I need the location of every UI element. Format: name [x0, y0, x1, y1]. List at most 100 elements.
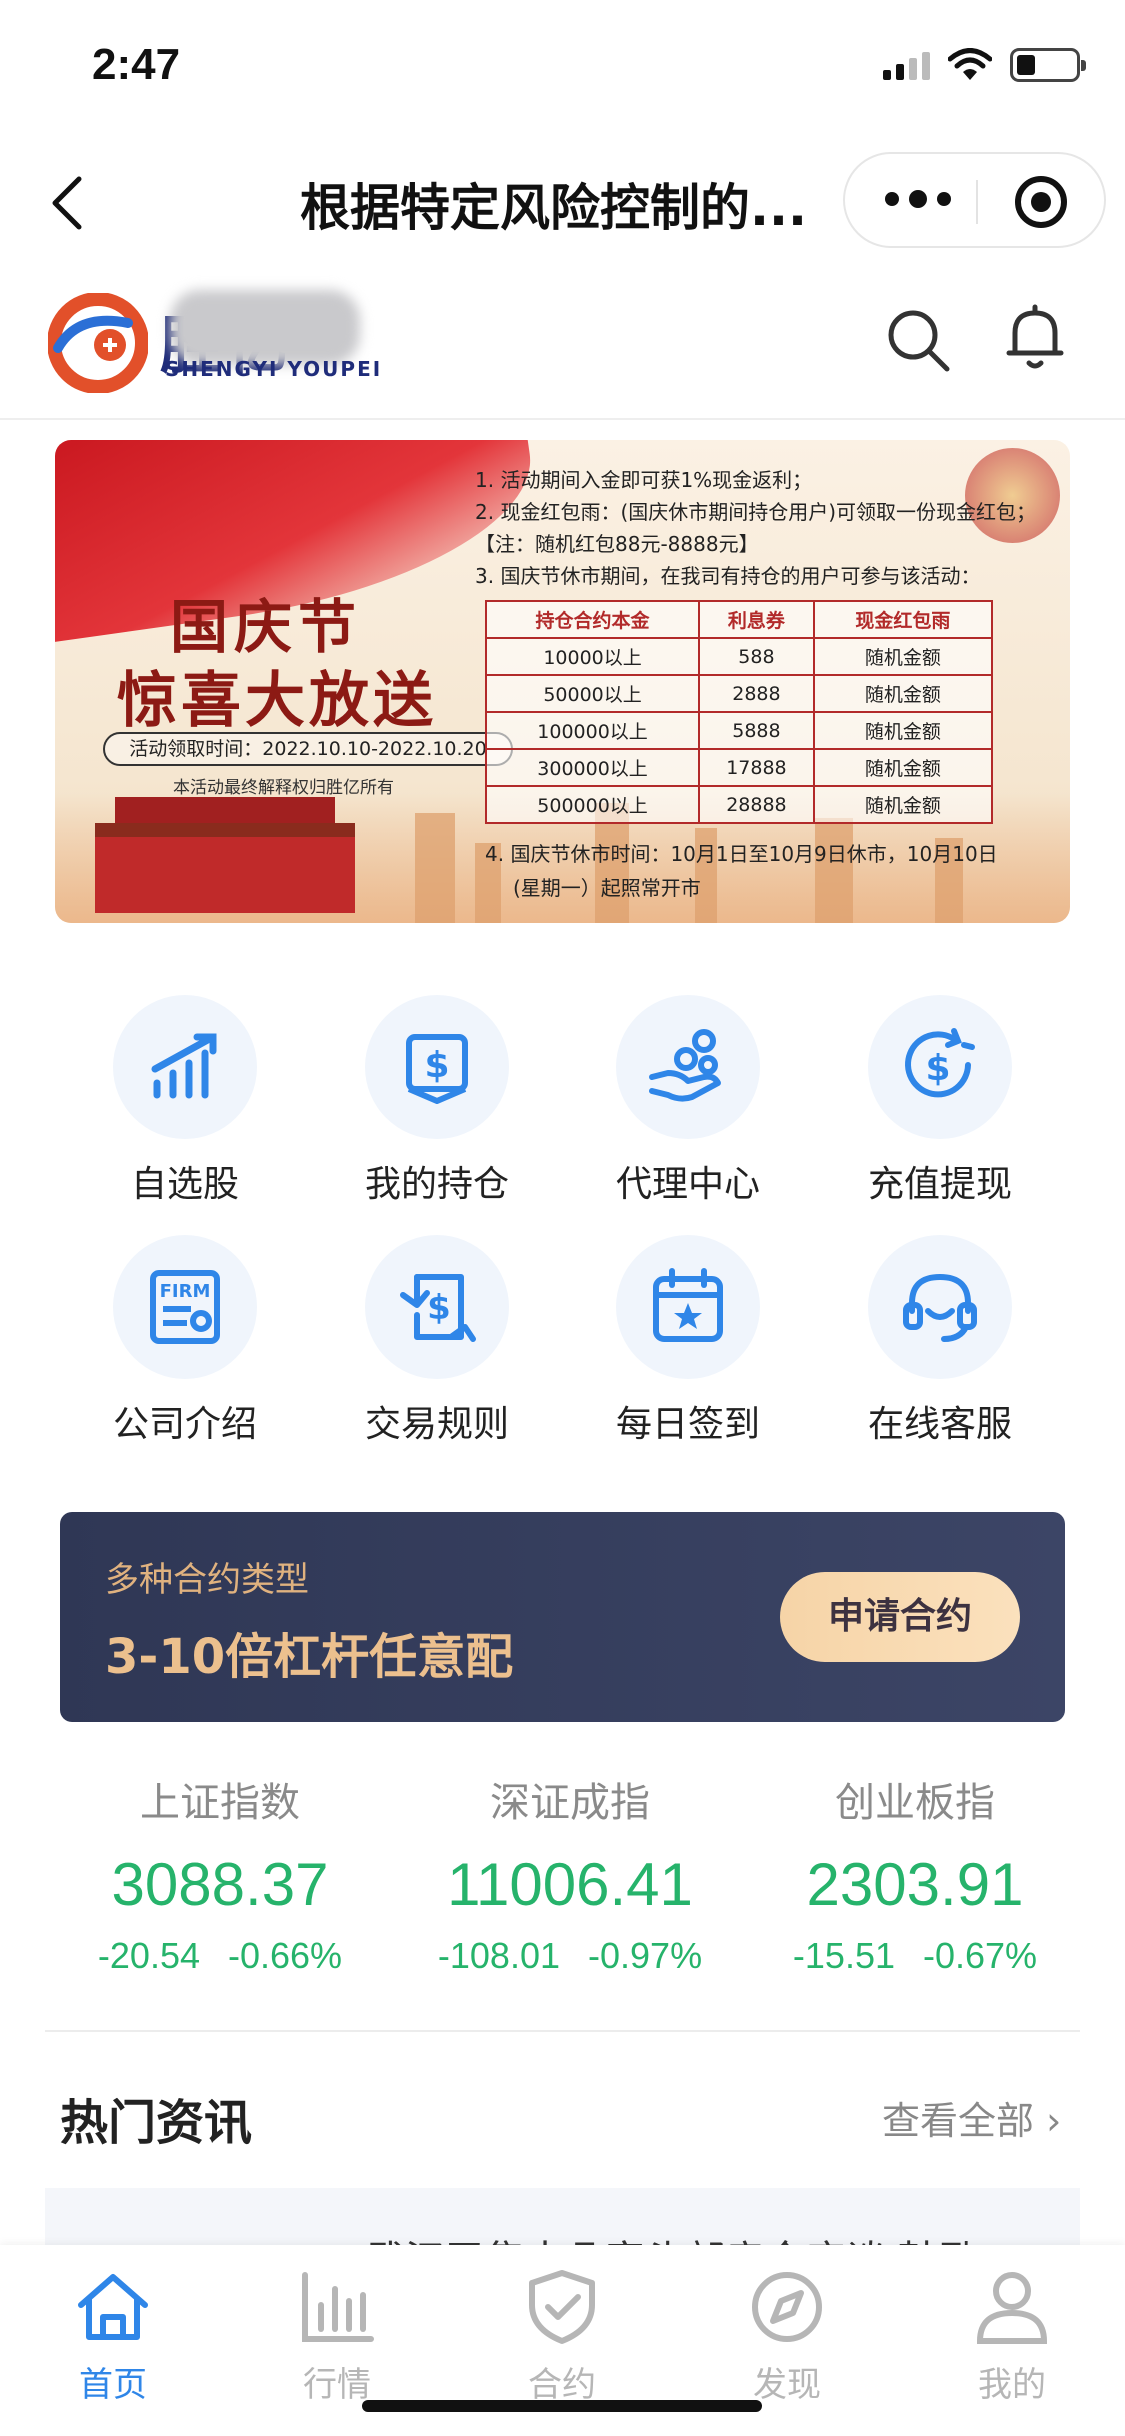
brand-name-blur: [170, 290, 360, 365]
grid-label: 交易规则: [364, 1404, 509, 1445]
rule-2: 2. 现金红包雨：(国庆休市期间持仓用户)可领取一份现金红包；: [475, 500, 1037, 524]
firm-card-icon: FIRM: [113, 1235, 257, 1379]
brand-subtitle: SHENGYI YOUPEI: [165, 357, 383, 381]
grid-item-online-service[interactable]: 在线客服: [815, 1225, 1065, 1445]
table-cell: 随机金额: [812, 785, 994, 824]
view-all-label: 查看全部: [882, 2099, 1035, 2143]
table-cell: 588: [698, 637, 815, 676]
tab-label: 行情: [303, 2365, 371, 2405]
section-divider: [45, 2030, 1080, 2032]
rule-2-note: 【注：随机红包88元-8888元】: [475, 532, 759, 556]
page-title: 根据特定风险控制的...: [300, 179, 807, 237]
promo-subtitle: 多种合约类型: [105, 1560, 309, 1600]
calendar-star-icon: [616, 1235, 760, 1379]
table-cell: 300000以上: [484, 748, 701, 787]
tab-home[interactable]: 首页: [38, 2267, 188, 2407]
rule-3: 3. 国庆节休市期间，在我司有持仓的用户可参与该活动：: [475, 564, 981, 588]
table-cell: 5888: [698, 711, 815, 750]
table-cell: 28888: [698, 785, 815, 824]
coin-exchange-icon: $: [868, 995, 1012, 1139]
market-indices: 上证指数 3088.37 -20.54 -0.66% 深证成指 11006.41…: [0, 1770, 1125, 2030]
grid-item-deposit-withdraw[interactable]: $ 充值提现: [815, 985, 1065, 1205]
index-name: 创业板指: [835, 1780, 995, 1826]
grid-label: 充值提现: [867, 1164, 1012, 1205]
cellular-signal-icon: [883, 50, 930, 80]
activity-period: 活动领取时间：2022.10.10-2022.10.20: [103, 732, 513, 766]
table-cell: 100000以上: [484, 711, 701, 750]
nav-bar: 根据特定风险控制的...: [0, 135, 1125, 265]
table-row: 100000以上 5888 随机金额: [484, 711, 994, 750]
more-dots-icon[interactable]: [885, 190, 951, 208]
rule-4-line1: 4. 国庆节休市时间：10月1日至10月9日休市，10月10日: [485, 842, 998, 866]
chart-bars-icon: [113, 995, 257, 1139]
table-row: 10000以上 588 随机金额: [484, 637, 994, 676]
market-bars-icon: [302, 2272, 374, 2342]
index-value: 11006.41: [447, 1851, 693, 1918]
user-icon: [976, 2272, 1048, 2344]
promo-banner[interactable]: 国庆节 惊喜大放送 活动领取时间：2022.10.10-2022.10.20 本…: [55, 440, 1070, 923]
brand-logo-icon: [48, 293, 148, 393]
activity-note: 本活动最终解释权归胜亿所有: [173, 778, 394, 798]
index-value: 2303.91: [806, 1851, 1024, 1918]
app-header: 胜亿 SHENGYI YOUPEI: [0, 265, 1125, 420]
svg-text:$: $: [427, 1288, 451, 1328]
tiananmen-graphic: [95, 797, 355, 913]
bell-icon[interactable]: [1003, 303, 1067, 373]
tab-discover[interactable]: 发现: [712, 2267, 862, 2407]
grid-label: 代理中心: [615, 1164, 760, 1205]
table-cell: 随机金额: [812, 674, 994, 713]
grid-item-positions[interactable]: $ 我的持仓: [312, 985, 562, 1205]
grid-item-company-intro[interactable]: FIRM 公司介绍: [60, 1225, 310, 1445]
table-header-cell: 利息券: [698, 600, 815, 639]
index-change-percent: -0.67%: [923, 1935, 1038, 1976]
hand-coins-icon: [616, 995, 760, 1139]
table-cell: 500000以上: [484, 785, 701, 824]
svg-text:FIRM: FIRM: [160, 1281, 211, 1302]
index-value: 3088.37: [111, 1851, 329, 1918]
svg-text:$: $: [925, 1048, 950, 1089]
rule-1: 1. 活动期间入金即可获1%现金返利；: [475, 468, 813, 492]
tab-label: 发现: [753, 2365, 821, 2405]
index-name: 上证指数: [140, 1780, 300, 1826]
grid-item-watchlist[interactable]: 自选股: [60, 985, 310, 1205]
index-shanghai[interactable]: 上证指数 3088.37 -20.54 -0.66%: [40, 1770, 400, 1977]
index-change-percent: -0.97%: [588, 1935, 703, 1976]
tab-label: 首页: [79, 2365, 147, 2405]
compass-icon: [752, 2272, 822, 2342]
grid-item-agent-center[interactable]: 代理中心: [563, 985, 813, 1205]
apply-contract-button[interactable]: 申请合约: [780, 1572, 1020, 1662]
grid-label: 每日签到: [615, 1404, 760, 1445]
table-header-cell: 持仓合约本金: [484, 600, 701, 639]
index-name: 深证成指: [490, 1780, 650, 1826]
festival-title-line2: 惊喜大放送: [117, 666, 437, 736]
index-change-points: -108.01: [437, 1935, 560, 1976]
tab-mine[interactable]: 我的: [937, 2267, 1087, 2407]
capsule-divider: [976, 180, 978, 224]
contract-promo-card[interactable]: 多种合约类型 3-10倍杠杆任意配 申请合约: [60, 1512, 1065, 1722]
index-change-points: -15.51: [792, 1935, 895, 1976]
tab-label: 合约: [528, 2365, 596, 2405]
close-target-icon[interactable]: [1015, 176, 1067, 228]
table-cell: 随机金额: [812, 637, 994, 676]
index-shenzhen[interactable]: 深证成指 11006.41 -108.01 -0.97%: [390, 1770, 750, 1977]
chevron-right-icon: ›: [1046, 2099, 1062, 2143]
back-chevron-icon[interactable]: [45, 173, 95, 233]
home-indicator: [362, 2400, 762, 2412]
tab-market[interactable]: 行情: [262, 2267, 412, 2407]
grid-item-trading-rules[interactable]: $ 交易规则: [312, 1225, 562, 1445]
grid-label: 公司介绍: [112, 1404, 257, 1445]
table-cell: 随机金额: [812, 711, 994, 750]
index-chinext[interactable]: 创业板指 2303.91 -15.51 -0.67%: [735, 1770, 1095, 1977]
status-time: 2:47: [92, 40, 181, 89]
grid-label: 自选股: [130, 1164, 239, 1205]
feature-grid: 自选股 $ 我的持仓 代理中心 $ 充值提现 FIRM 公司介绍 $ 交易规则 …: [0, 985, 1125, 1465]
view-all-link[interactable]: 查看全部 ›: [882, 2090, 1061, 2145]
tab-contract[interactable]: 合约: [487, 2267, 637, 2407]
search-icon[interactable]: [883, 305, 953, 375]
index-change: -15.51 -0.67%: [735, 1935, 1095, 1977]
rule-4: 4. 国庆节休市时间：10月1日至10月9日休市，10月10日 (星期一）起照常…: [485, 837, 998, 905]
news-section-title: 热门资讯: [60, 2095, 253, 2151]
grid-item-daily-checkin[interactable]: 每日签到: [563, 1225, 813, 1445]
headset-icon: [868, 1235, 1012, 1379]
home-icon: [78, 2274, 148, 2340]
